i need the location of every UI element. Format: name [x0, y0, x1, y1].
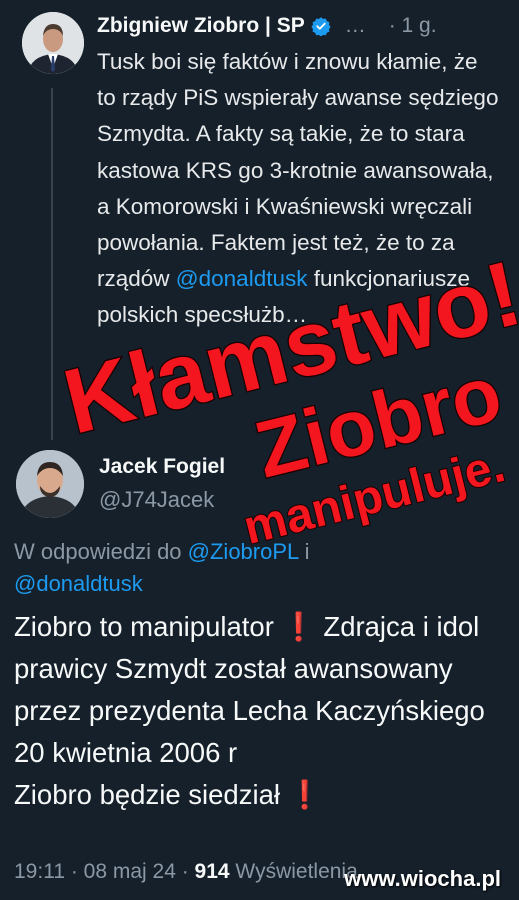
quoted-tweet-header: Zbigniew Ziobro | SP … · 1 g. — [97, 10, 519, 42]
reply-context: W odpowiedzi do @ZiobroPL i @donaldtusk — [14, 536, 414, 600]
avatar-portrait-icon — [22, 12, 84, 74]
reply-tweet-meta: 19:11 · 08 maj 24 · 914 Wyświetlenia — [14, 860, 358, 884]
reply-author-name[interactable]: Jacek Fogiel — [99, 455, 225, 479]
exclamation-icon: ❗ — [281, 611, 316, 642]
mention-link[interactable]: @donaldtusk — [176, 266, 308, 291]
reply-body-part-3: Ziobro będzie siedział — [14, 779, 288, 810]
quoted-tweet[interactable]: Zbigniew Ziobro | SP … · 1 g. Tusk boi s… — [0, 0, 519, 440]
view-count: 914 — [194, 860, 230, 883]
reply-body-part-1: Ziobro to manipulator — [14, 611, 282, 642]
reply-timestamp[interactable]: 19:11 · 08 maj 24 · — [14, 860, 195, 883]
verified-badge-icon — [311, 17, 331, 36]
watermark-brand: wiocha — [400, 866, 476, 891]
reply-to-prefix: W odpowiedzi do — [14, 539, 188, 564]
watermark-suffix: .pl — [475, 866, 501, 891]
watermark: www.wiocha.pl — [344, 866, 501, 892]
reply-tweet-text: Ziobro to manipulator ❗ Zdrajca i idol p… — [14, 606, 504, 816]
watermark-prefix: www. — [344, 866, 401, 891]
quoted-tweet-time[interactable]: · 1 g. — [389, 14, 437, 38]
quoted-tweet-text: Tusk boi się faktów i znowu kłamie, że t… — [97, 44, 502, 334]
view-count-label: Wyświetlenia — [229, 860, 358, 883]
mention-link-ziobropl[interactable]: @ZiobroPL — [188, 539, 299, 564]
avatar-zbigniew-ziobro[interactable] — [22, 12, 84, 74]
avatar-jacek-fogiel[interactable] — [16, 450, 84, 518]
quoted-author-name[interactable]: Zbigniew Ziobro | SP — [97, 14, 305, 38]
avatar-portrait-icon — [16, 450, 84, 518]
reply-author-handle[interactable]: @J74Jacek — [99, 487, 214, 513]
more-options-icon[interactable]: … — [345, 14, 367, 38]
thread-line — [51, 88, 53, 440]
exclamation-icon: ❗ — [287, 779, 322, 810]
reply-tweet[interactable]: Jacek Fogiel @J74Jacek W odpowiedzi do @… — [0, 440, 519, 900]
reply-to-connector: i — [298, 539, 310, 564]
mention-link-donaldtusk[interactable]: @donaldtusk — [14, 571, 143, 596]
quoted-text-part-1: Tusk boi się faktów i znowu kłamie, że t… — [97, 49, 499, 292]
